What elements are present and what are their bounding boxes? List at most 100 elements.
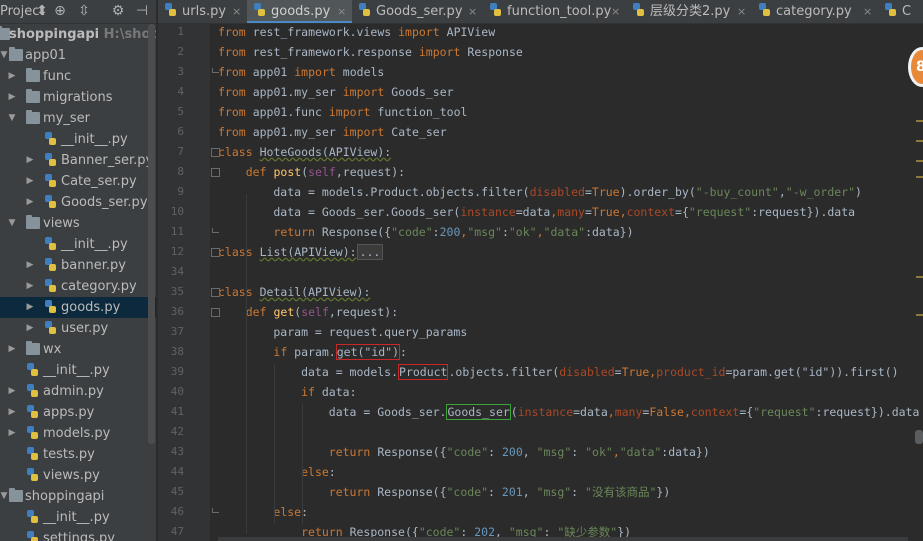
code-line[interactable]: from rest_framework.views import APIView [218, 24, 495, 42]
code-line[interactable]: from app01 import models [218, 62, 384, 82]
collapse-arrow-icon[interactable]: ▶ [25, 171, 35, 192]
code-line[interactable]: from rest_framework.response import Respon… [218, 42, 523, 62]
collapse-arrow-icon[interactable]: ▶ [7, 66, 17, 87]
expand-arrow-icon[interactable]: ▼ [0, 486, 9, 507]
error-stripe-marker[interactable] [916, 140, 923, 142]
code-line[interactable]: param = request.query_params [218, 322, 467, 342]
code-line[interactable]: return Response({"code": 200, "msg": "ok"… [218, 442, 710, 462]
dropdown-icon[interactable]: ⬍ [33, 2, 51, 20]
tab-close-icon[interactable]: × [468, 0, 477, 23]
tree-file-item[interactable]: ▶ Banner_ser.py [0, 150, 156, 171]
gear-icon[interactable]: ⚙ [109, 2, 127, 20]
code-line[interactable]: class HoteGoods(APIView): [218, 142, 391, 162]
tree-file-item[interactable]: tests.py [0, 444, 156, 465]
code-line[interactable]: data = models.Product.objects.filter(dis… [218, 362, 899, 382]
collapse-arrow-icon[interactable]: ▶ [25, 297, 35, 318]
tree-folder-item[interactable]: ▶ wx [0, 339, 156, 360]
tree-folder-item[interactable]: ▼ my_ser [0, 108, 156, 129]
tree-file-item[interactable]: settings.py [0, 528, 156, 541]
collapse-arrow-icon[interactable]: ▶ [7, 423, 17, 444]
error-stripe-marker[interactable] [916, 120, 923, 122]
code-line[interactable]: class List(APIView):... [218, 242, 384, 262]
collapse-arrow-icon[interactable]: ▶ [25, 318, 35, 339]
editor-tab[interactable]: category.py × [752, 0, 878, 23]
code-line[interactable]: if data: [218, 382, 356, 402]
code-line[interactable]: from app01.my_ser import Goods_ser [218, 82, 454, 102]
target-icon[interactable]: ⊕ [51, 2, 69, 20]
tree-file-item[interactable]: ▶ banner.py [0, 255, 156, 276]
code-line[interactable]: data = models.Product.objects.filter(dis… [218, 182, 862, 202]
error-stripe-marker[interactable] [916, 160, 923, 162]
error-stripe-marker[interactable] [916, 176, 923, 178]
tree-item-label: migrations [43, 90, 113, 105]
collapse-arrow-icon[interactable]: ▶ [25, 150, 35, 171]
expand-arrow-icon[interactable]: ▼ [0, 45, 9, 66]
code-line[interactable]: class Detail(APIView): [218, 282, 370, 302]
tree-folder-item[interactable]: ▶ migrations [0, 87, 156, 108]
collapse-icon[interactable]: ⇳ [75, 2, 93, 20]
tab-close-icon[interactable]: × [863, 0, 872, 23]
tree-file-item[interactable]: ▶ admin.py [0, 381, 156, 402]
collapse-arrow-icon[interactable]: ▶ [25, 276, 35, 297]
code-line[interactable]: data = Goods_ser.Goods_ser(instance=data… [218, 402, 919, 422]
fold-marker-icon[interactable] [211, 168, 220, 177]
editor-scrollbar[interactable] [915, 430, 923, 444]
editor-tab[interactable]: Goods_ser.py × [352, 0, 483, 23]
editor-tab[interactable]: C [878, 0, 923, 23]
collapse-arrow-icon[interactable]: ▶ [7, 339, 17, 360]
tree-file-item[interactable]: __init__.py [0, 129, 156, 150]
tree-file-item[interactable]: ▶ apps.py [0, 402, 156, 423]
fold-end-icon[interactable] [212, 508, 219, 513]
fold-marker-icon[interactable] [211, 248, 220, 257]
code-line[interactable]: else: [218, 502, 308, 522]
tree-file-item[interactable]: ▶ Goods_ser.py [0, 192, 156, 213]
editor-tab[interactable]: urls.py × [158, 0, 247, 23]
tab-close-icon[interactable]: × [737, 0, 746, 23]
tree-file-item[interactable]: ▶ Cate_ser.py [0, 171, 156, 192]
collapse-arrow-icon[interactable]: ▶ [25, 192, 35, 213]
tree-folder-item[interactable]: shoppingapi H:\shopping [0, 24, 156, 45]
tab-close-icon[interactable]: × [232, 0, 241, 23]
expand-arrow-icon[interactable]: ▼ [7, 213, 17, 234]
tree-folder-item[interactable]: ▶ func [0, 66, 156, 87]
collapse-arrow-icon[interactable]: ▶ [7, 381, 17, 402]
tree-file-item[interactable]: __init__.py [0, 360, 156, 381]
fold-end-icon[interactable] [212, 68, 219, 73]
code-line[interactable]: data = Goods_ser.Goods_ser(instance=data… [218, 202, 855, 222]
fold-end-icon[interactable] [212, 228, 219, 233]
code-line[interactable]: return Response({"code":200,"msg":"ok","… [218, 222, 633, 242]
code-line[interactable]: else: [218, 462, 336, 482]
editor-tab[interactable]: 层级分类2.py × [626, 0, 752, 23]
fold-marker-icon[interactable] [211, 308, 220, 317]
collapse-arrow-icon[interactable]: ▶ [7, 402, 17, 423]
hide-icon[interactable]: ⊣ [133, 2, 151, 20]
expand-arrow-icon[interactable]: ▼ [7, 108, 17, 129]
collapse-arrow-icon[interactable]: ▶ [7, 87, 17, 108]
tree-file-item[interactable]: __init__.py [0, 234, 156, 255]
editor-tab[interactable]: goods.py × [247, 0, 352, 23]
tree-file-item[interactable]: ▶ category.py [0, 276, 156, 297]
error-stripe-marker[interactable] [916, 276, 923, 278]
tree-folder-item[interactable]: ▼ shoppingapi [0, 486, 156, 507]
project-scrollbar[interactable] [148, 24, 155, 444]
tree-file-item[interactable]: __init__.py [0, 507, 156, 528]
code-editor[interactable]: 1 2 3 4 5 6 7 8 9 10 11 12 34 35 36 37 38 39 40 41 42 43 44 45 4… [158, 24, 923, 541]
fold-marker-icon[interactable] [211, 288, 220, 297]
tree-file-item[interactable]: ▶ user.py [0, 318, 156, 339]
horizontal-scrollbar[interactable] [218, 537, 908, 541]
tree-file-item[interactable]: ▶ models.py [0, 423, 156, 444]
code-line[interactable]: def post(self,request): [218, 162, 405, 182]
code-line[interactable]: from app01.my_ser import Cate_ser [218, 122, 447, 142]
tab-close-icon[interactable]: × [337, 0, 346, 23]
tree-folder-item[interactable]: ▼ app01 [0, 45, 156, 66]
tree-file-item[interactable]: views.py [0, 465, 156, 486]
code-line[interactable]: from app01.func import function_tool [218, 102, 467, 122]
tab-close-icon[interactable]: × [611, 0, 620, 23]
fold-marker-icon[interactable] [211, 148, 220, 157]
error-stripe-marker[interactable] [916, 314, 923, 316]
code-line[interactable]: return Response({"code": 201, "msg": "没有… [218, 482, 670, 502]
tree-folder-item[interactable]: ▼ views [0, 213, 156, 234]
editor-tab[interactable]: function_tool.py × [483, 0, 626, 23]
collapse-arrow-icon[interactable]: ▶ [25, 255, 35, 276]
tree-file-item[interactable]: ▶ goods.py [0, 297, 156, 318]
